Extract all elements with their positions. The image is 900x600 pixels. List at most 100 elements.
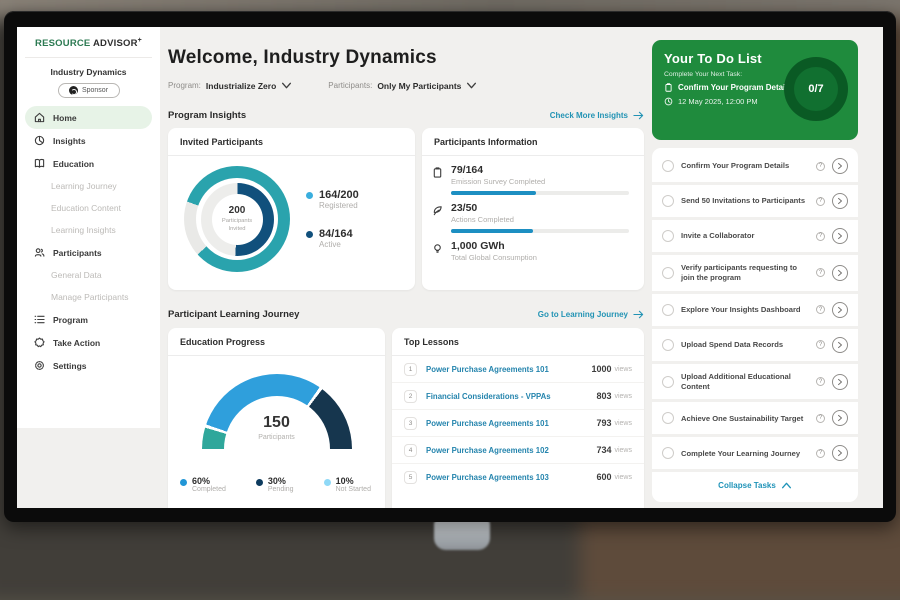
sidebar-item-label: Manage Participants	[51, 292, 129, 302]
legend-dot	[324, 479, 331, 486]
task-checkbox[interactable]	[662, 160, 674, 172]
legend-item-not-started: 10% Not Started	[324, 476, 371, 493]
task-checkbox[interactable]	[662, 376, 674, 388]
sidebar-item-home[interactable]: Home	[25, 106, 152, 129]
task-go-button[interactable]	[832, 445, 848, 461]
people-icon	[34, 247, 45, 258]
task-go-button[interactable]	[832, 337, 848, 353]
participants-select[interactable]: Participants: Only My Participants	[328, 80, 477, 91]
program-label: Program:	[168, 81, 201, 90]
logo-plus: +	[138, 37, 142, 44]
stat-label: Total Global Consumption	[451, 253, 537, 262]
lesson-row[interactable]: 5 Power Purchase Agreements 103 600 view…	[392, 464, 644, 490]
logo-advisor: ADVISOR	[93, 38, 138, 49]
task-row[interactable]: Explore Your Insights Dashboard ?	[652, 294, 858, 329]
task-go-button[interactable]	[832, 302, 848, 318]
sidebar-item-program[interactable]: Program	[25, 308, 152, 331]
lesson-row[interactable]: 2 Financial Considerations - VPPAs 803 v…	[392, 383, 644, 410]
help-icon[interactable]: ?	[816, 197, 825, 206]
task-go-button[interactable]	[832, 158, 848, 174]
lesson-rank: 1	[404, 363, 417, 376]
sidebar-item-label: Take Action	[53, 338, 100, 348]
sidebar-item-settings[interactable]: Settings	[25, 354, 152, 377]
lesson-rank: 4	[404, 444, 417, 457]
todo-header-card: Your To Do List Complete Your Next Task:…	[652, 40, 858, 140]
lesson-row[interactable]: 3 Power Purchase Agreements 101 793 view…	[392, 410, 644, 437]
task-checkbox[interactable]	[662, 412, 674, 424]
task-go-button[interactable]	[832, 410, 848, 426]
lesson-link[interactable]: Financial Considerations - VPPAs	[426, 392, 596, 401]
lesson-link[interactable]: Power Purchase Agreements 103	[426, 473, 596, 482]
collapse-tasks-link[interactable]: Collapse Tasks	[652, 472, 858, 500]
task-label: Upload Additional Educational Content	[681, 372, 809, 392]
task-row[interactable]: Upload Additional Educational Content ?	[652, 364, 858, 403]
task-row[interactable]: Invite a Collaborator ?	[652, 220, 858, 255]
task-row[interactable]: Complete Your Learning Journey ?	[652, 437, 858, 472]
participants-information-card: Participants Information 79/164 Emission…	[422, 128, 644, 290]
task-checkbox[interactable]	[662, 267, 674, 279]
lesson-link[interactable]: Power Purchase Agreements 102	[426, 446, 596, 455]
lesson-rank: 2	[404, 390, 417, 403]
lesson-link[interactable]: Power Purchase Agreements 101	[426, 419, 596, 428]
main-content: Welcome, Industry Dynamics Program: Indu…	[168, 27, 644, 508]
education-gauge-chart: 150 Participants	[202, 374, 352, 470]
sidebar-item-education-content[interactable]: Education Content	[25, 197, 152, 219]
seal-icon	[34, 337, 45, 348]
chevron-right-icon	[837, 162, 843, 170]
lesson-row[interactable]: 4 Power Purchase Agreements 102 734 view…	[392, 437, 644, 464]
task-row[interactable]: Confirm Your Program Details ?	[652, 150, 858, 185]
sidebar-item-learning-journey[interactable]: Learning Journey	[25, 175, 152, 197]
help-icon[interactable]: ?	[816, 414, 825, 423]
task-go-button[interactable]	[832, 193, 848, 209]
sidebar-item-learning-insights[interactable]: Learning Insights	[25, 219, 152, 241]
help-icon[interactable]: ?	[816, 377, 825, 386]
progress-track	[451, 229, 629, 233]
task-checkbox[interactable]	[662, 195, 674, 207]
go-to-learning-journey-link[interactable]: Go to Learning Journey	[538, 309, 644, 320]
task-checkbox[interactable]	[662, 304, 674, 316]
lesson-row[interactable]: 1 Power Purchase Agreements 101 1000 vie…	[392, 356, 644, 383]
section-title: Participant Learning Journey	[168, 309, 299, 320]
task-go-button[interactable]	[832, 228, 848, 244]
task-label: Confirm Your Program Details	[681, 161, 809, 171]
todo-progress-value: 0/7	[794, 67, 838, 111]
sidebar-item-insights[interactable]: Insights	[25, 129, 152, 152]
program-select[interactable]: Program: Industrialize Zero	[168, 80, 292, 91]
help-icon[interactable]: ?	[816, 232, 825, 241]
task-go-button[interactable]	[832, 265, 848, 281]
task-row[interactable]: Verify participants requesting to join t…	[652, 255, 858, 294]
sidebar-item-education[interactable]: Education	[25, 152, 152, 175]
lesson-link[interactable]: Power Purchase Agreements 101	[426, 365, 591, 374]
task-row[interactable]: Send 50 Invitations to Participants ?	[652, 185, 858, 220]
leaf-icon	[432, 205, 443, 216]
chevron-right-icon	[837, 449, 843, 457]
help-icon[interactable]: ?	[816, 449, 825, 458]
task-checkbox[interactable]	[662, 230, 674, 242]
help-icon[interactable]: ?	[816, 305, 825, 314]
legend-value: 84/164	[319, 228, 353, 240]
insights-cards: Invited Participants 200 Participants In…	[168, 128, 644, 290]
pie-chart-icon	[34, 135, 45, 146]
stat-value: 23/50	[451, 202, 629, 214]
help-icon[interactable]: ?	[816, 162, 825, 171]
sidebar-item-manage-participants[interactable]: Manage Participants	[25, 286, 152, 308]
check-more-insights-link[interactable]: Check More Insights	[550, 110, 644, 121]
task-checkbox[interactable]	[662, 447, 674, 459]
legend-dot	[180, 479, 187, 486]
task-label: Send 50 Invitations to Participants	[681, 196, 809, 206]
task-row[interactable]: Upload Spend Data Records ?	[652, 329, 858, 364]
help-icon[interactable]: ?	[816, 340, 825, 349]
task-label: Complete Your Learning Journey	[681, 449, 809, 459]
invited-donut-chart: 200 Participants Invited	[184, 166, 290, 272]
sidebar-item-take-action[interactable]: Take Action	[25, 331, 152, 354]
help-icon[interactable]: ?	[816, 268, 825, 277]
task-go-button[interactable]	[832, 374, 848, 390]
task-row[interactable]: Achieve One Sustainability Target ?	[652, 402, 858, 437]
sidebar-item-label: Education	[53, 159, 94, 169]
task-checkbox[interactable]	[662, 339, 674, 351]
views-suffix: views	[614, 393, 632, 400]
sidebar-item-general-data[interactable]: General Data	[25, 264, 152, 286]
sidebar-item-participants[interactable]: Participants	[25, 241, 152, 264]
bulb-icon	[432, 243, 443, 254]
legend-item-pending: 30% Pending	[256, 476, 294, 493]
